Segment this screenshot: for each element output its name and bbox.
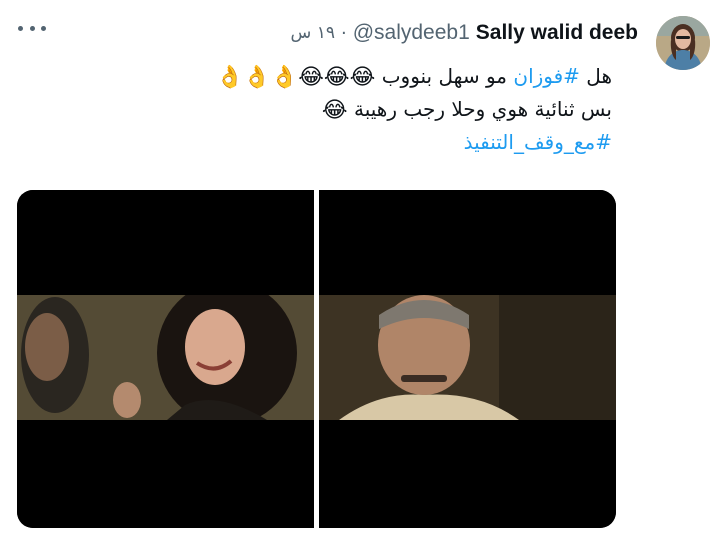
media-image-left[interactable] xyxy=(17,190,314,528)
scene-older-man xyxy=(319,295,616,420)
tweet-time[interactable]: ١٩ س xyxy=(291,23,335,43)
line1-emoji-row: 😂😂😂👌👌👌 xyxy=(216,60,375,93)
ok-hand-emoji-icon: 👌 xyxy=(270,64,299,90)
laughing-emoji-icon: 😂 xyxy=(298,64,324,90)
tweet-media[interactable] xyxy=(17,190,616,528)
more-options-icon[interactable] xyxy=(18,20,46,36)
laughing-emoji-icon: 😂 xyxy=(323,64,350,90)
media-image-right[interactable] xyxy=(319,190,616,528)
scene-woman-smiling xyxy=(17,295,314,420)
tweet-text: هل #فوزان مو سهل بنووب 😂😂😂👌👌👌 بس ثنائية … xyxy=(142,60,612,159)
avatar[interactable] xyxy=(656,16,710,70)
tweet-line-1: هل #فوزان مو سهل بنووب 😂😂😂👌👌👌 xyxy=(142,60,612,93)
hashtag-link-fawzan[interactable]: #فوزان xyxy=(513,64,580,88)
ok-hand-emoji-icon: 👌 xyxy=(243,64,271,90)
author-name[interactable]: Sally walid deeb xyxy=(476,21,638,45)
line1-prefix: هل xyxy=(579,64,612,88)
header-separator: · xyxy=(340,22,347,44)
author-handle[interactable]: @salydeeb1 xyxy=(353,21,470,45)
laughing-emoji-icon: 😂 xyxy=(321,97,348,123)
tweet-header: ١٩ س · @salydeeb1 Sally walid deeb xyxy=(291,19,638,47)
ok-hand-emoji-icon: 👌 xyxy=(215,64,244,90)
hashtag-link-series[interactable]: #مع_وقف_التنفيذ xyxy=(464,130,612,154)
tweet-line-2: بس ثنائية هوي وحلا رجب رهيبة 😂 xyxy=(142,93,612,126)
avatar-image xyxy=(656,16,710,70)
laughing-emoji-icon: 😂 xyxy=(349,64,376,90)
tweet-line-3: #مع_وقف_التنفيذ xyxy=(142,126,612,159)
line1-text: مو سهل بنووب xyxy=(381,64,514,88)
line2-text: بس ثنائية هوي وحلا رجب رهيبة xyxy=(347,97,612,121)
